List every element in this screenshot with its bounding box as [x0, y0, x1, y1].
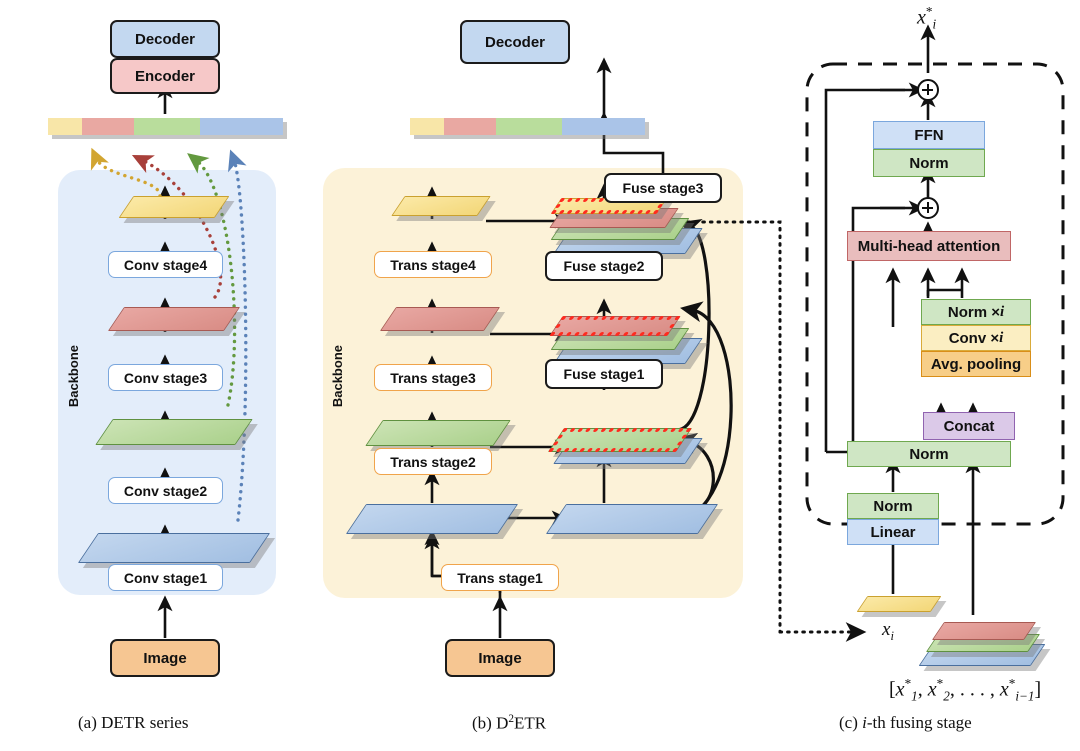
i-symbol-conv: i [999, 329, 1004, 346]
image-label-a: Image [143, 649, 187, 667]
token-seg-yellow-b [410, 118, 444, 135]
norm-small-block[interactable]: Norm [847, 493, 939, 519]
conv-stage1-label: Conv stage1 [123, 569, 208, 586]
fuse-stage3-label: Fuse stage3 [622, 180, 704, 196]
image-block-b[interactable]: Image [445, 639, 555, 677]
feature-map-blue-a [77, 533, 276, 568]
feature-map-blue-b [345, 504, 524, 539]
norm-times-i-label: Norm × [947, 303, 1000, 321]
fuse-base-blue-map [545, 504, 724, 539]
norm-small-label: Norm [873, 497, 913, 515]
conv-stage3-block[interactable]: Conv stage3 [108, 364, 223, 391]
prev-stack-label: [x*1, x*2, . . . , x*i−1] [889, 676, 1042, 704]
fuse-stage2-label: Fuse stage2 [563, 258, 645, 274]
figure-root: Backbone Backbone Decoder Encoder Conv s… [0, 0, 1080, 751]
trans-stage2-label: Trans stage2 [390, 453, 476, 470]
encoder-label-a: Encoder [134, 67, 195, 85]
decoder-block-a[interactable]: Decoder [110, 20, 220, 58]
backbone-label-a: Backbone [66, 345, 81, 408]
residual-add-mid [917, 197, 939, 219]
caption-b-d: D [496, 713, 509, 733]
trans-stage2-block[interactable]: Trans stage2 [374, 448, 492, 475]
token-seg-blue [200, 118, 283, 135]
multi-head-attention-block[interactable]: Multi-head attention [847, 231, 1011, 261]
linear-block[interactable]: Linear [847, 519, 939, 545]
image-block-a[interactable]: Image [110, 639, 220, 677]
caption-a: (a) DETR series [78, 713, 188, 733]
fuse-stage3-block[interactable]: Fuse stage3 [604, 173, 722, 203]
concat-label: Concat [943, 417, 995, 435]
trans-stage4-block[interactable]: Trans stage4 [374, 251, 492, 278]
i-symbol-norm: i [999, 303, 1005, 320]
feature-map-green-b [365, 420, 516, 451]
token-seg-green [134, 118, 200, 135]
caption-c-text: -th fusing stage [866, 713, 972, 732]
trans-stage3-label: Trans stage3 [390, 369, 476, 386]
avg-pooling-block[interactable]: Avg. pooling [921, 351, 1031, 377]
fuse-stage2-block[interactable]: Fuse stage2 [545, 251, 663, 281]
concat-block[interactable]: Concat [923, 412, 1015, 440]
feature-map-yellow-a [118, 196, 235, 223]
decoder-label-a: Decoder [134, 30, 196, 48]
fuse-stage1-block[interactable]: Fuse stage1 [545, 359, 663, 389]
token-seg-red [82, 118, 134, 135]
input-xi-label: xi [882, 619, 894, 643]
prev-stack-red [931, 622, 1042, 645]
conv-stage2-label: Conv stage2 [123, 482, 208, 499]
caption-c: (c) i-th fusing stage [839, 713, 972, 733]
conv-stage3-label: Conv stage3 [123, 369, 208, 386]
conv-stage4-label: Conv stage4 [123, 256, 208, 273]
token-seg-blue-b [562, 118, 645, 135]
input-xi-map [856, 596, 947, 617]
norm-wide-label: Norm [909, 445, 949, 463]
avg-pooling-label: Avg. pooling [930, 355, 1022, 373]
multi-head-attention-label: Multi-head attention [857, 237, 1001, 255]
norm-post-attn-label: Norm [909, 154, 949, 172]
token-seg-green-b [496, 118, 562, 135]
ffn-label: FFN [914, 126, 944, 144]
trans-stage4-label: Trans stage4 [390, 256, 476, 273]
conv-stage2-block[interactable]: Conv stage2 [108, 477, 223, 504]
fuse1-highlight [547, 428, 693, 452]
trans-stage1-label: Trans stage1 [457, 569, 543, 586]
norm-post-attn-block[interactable]: Norm [873, 149, 985, 177]
residual-add-top [917, 79, 939, 101]
fuse-stage1-label: Fuse stage1 [563, 366, 645, 382]
token-bar-b [410, 118, 649, 139]
caption-a-text: DETR series [101, 713, 189, 732]
norm-wide-block[interactable]: Norm [847, 441, 1011, 467]
norm-times-i-block[interactable]: Norm × i [921, 299, 1031, 325]
conv-stage4-block[interactable]: Conv stage4 [108, 251, 223, 278]
caption-a-prefix: (a) [78, 713, 97, 732]
caption-b-text: ETR [513, 713, 547, 733]
token-bar-a [48, 118, 287, 139]
feature-map-red-a [107, 307, 246, 336]
feature-map-red-b [379, 307, 506, 336]
trans-stage3-block[interactable]: Trans stage3 [374, 364, 492, 391]
output-xi-star-label: x*i [917, 4, 937, 32]
trans-stage1-block[interactable]: Trans stage1 [441, 564, 559, 591]
decoder-label-b: Decoder [484, 33, 546, 51]
conv-times-i-label: Conv × [948, 329, 1000, 347]
feature-map-yellow-b [391, 196, 496, 221]
token-seg-red-b [444, 118, 496, 135]
conv-stage1-block[interactable]: Conv stage1 [108, 564, 223, 591]
fuse2-highlight [549, 316, 681, 336]
linear-label: Linear [870, 523, 916, 541]
decoder-block-b[interactable]: Decoder [460, 20, 570, 64]
token-seg-yellow [48, 118, 82, 135]
backbone-label-b: Backbone [330, 345, 345, 408]
image-label-b: Image [478, 649, 522, 667]
caption-b: (b) D2ETR [472, 713, 546, 734]
conv-times-i-block[interactable]: Conv × i [921, 325, 1031, 351]
feature-map-green-a [95, 419, 258, 450]
encoder-block-a[interactable]: Encoder [110, 58, 220, 94]
ffn-block[interactable]: FFN [873, 121, 985, 149]
caption-b-prefix: (b) [472, 713, 492, 733]
caption-c-prefix: (c) [839, 713, 858, 732]
